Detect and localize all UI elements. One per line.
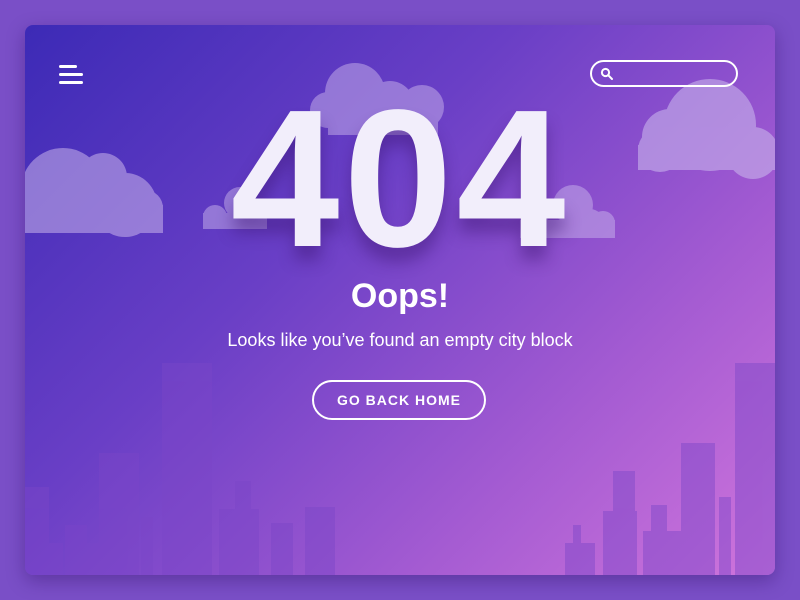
building bbox=[235, 481, 251, 511]
building bbox=[99, 453, 139, 575]
building bbox=[603, 511, 637, 575]
error-page-card: 404 Oops! Looks like you’ve found an emp… bbox=[25, 25, 775, 575]
building bbox=[681, 443, 715, 575]
building bbox=[613, 471, 635, 513]
building bbox=[643, 531, 683, 575]
building bbox=[651, 505, 667, 533]
building bbox=[219, 509, 259, 575]
building bbox=[573, 525, 581, 545]
building bbox=[305, 507, 335, 575]
hamburger-menu-icon-line bbox=[59, 65, 77, 68]
building bbox=[271, 523, 293, 575]
building bbox=[87, 543, 99, 575]
error-message: Looks like you’ve found an empty city bl… bbox=[227, 330, 573, 350]
hamburger-menu-icon-line bbox=[59, 81, 83, 84]
building bbox=[735, 363, 775, 575]
building bbox=[162, 363, 212, 575]
building bbox=[25, 487, 49, 575]
error-headline: Oops! bbox=[350, 277, 450, 315]
error-code: 404 bbox=[230, 69, 570, 288]
search-icon bbox=[600, 67, 613, 80]
building bbox=[65, 525, 87, 575]
building bbox=[49, 543, 63, 575]
building bbox=[565, 543, 595, 575]
search-input[interactable] bbox=[618, 64, 732, 85]
building bbox=[719, 497, 731, 575]
hamburger-menu-icon-line bbox=[59, 73, 83, 76]
go-back-home-button[interactable]: GO BACK HOME bbox=[312, 380, 486, 420]
building bbox=[141, 517, 153, 575]
search-box[interactable] bbox=[590, 60, 738, 87]
menu-button[interactable] bbox=[59, 63, 85, 87]
